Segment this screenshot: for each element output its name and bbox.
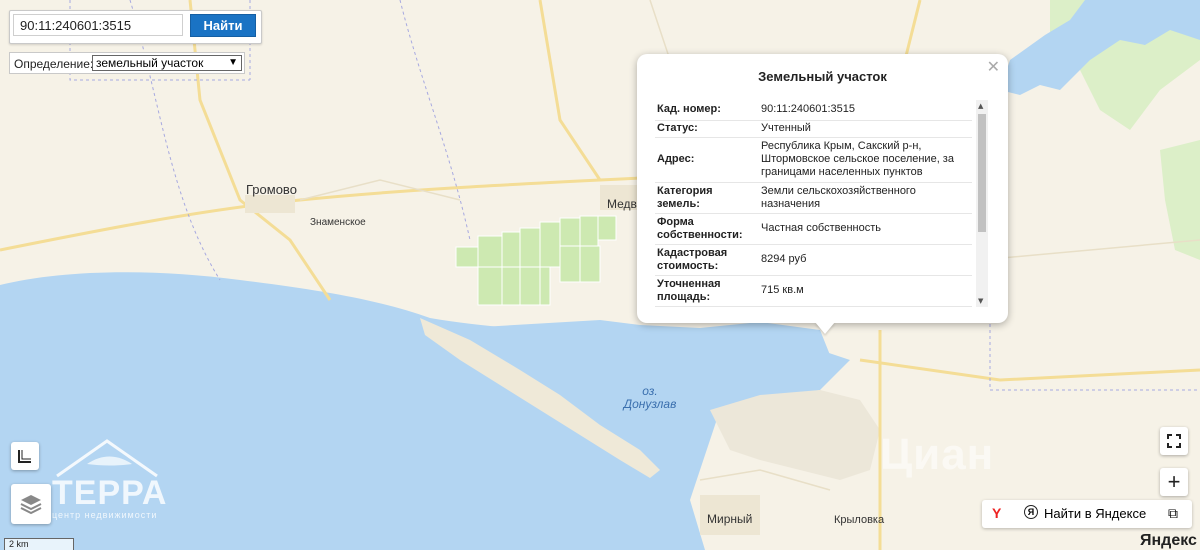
yandex-logo: Яндекс (1140, 532, 1197, 549)
fullscreen-icon (1167, 434, 1181, 448)
search-panel: Найти (9, 10, 262, 44)
row-value: Земли сельскохозяйственного назначения (759, 182, 972, 214)
row-key: Кад. номер: (655, 100, 759, 121)
ruler-button[interactable] (11, 442, 39, 470)
popup-scrollbar[interactable]: ▲ ▼ (976, 100, 988, 307)
town-label-krylovka: Крыловка (834, 514, 885, 526)
row-key: Уточненная площадь: (655, 275, 759, 307)
yandex-toolbar: Y Я Найти в Яндексе ⧉ (982, 500, 1192, 528)
table-row: Категория земель: Земли сельскохозяйстве… (655, 182, 972, 214)
lake-label: оз. Донузлав (620, 385, 680, 411)
town-label-gromovo: Громово (246, 182, 297, 197)
layers-button[interactable] (11, 484, 51, 524)
town-label-medv: Медв (607, 197, 637, 211)
scale-label: 2 km (9, 539, 29, 549)
row-key: Кадастровая стоимость: (655, 244, 759, 276)
fullscreen-button[interactable] (1160, 427, 1188, 455)
row-key: Категория земель: (655, 182, 759, 214)
find-in-yandex-link[interactable]: Найти в Яндексе (1044, 506, 1146, 521)
cadastral-search-input[interactable] (13, 14, 183, 36)
scale-bar: 2 km (4, 538, 74, 550)
table-row: Адрес: Республика Крым, Сакский р-н, Што… (655, 137, 972, 183)
town-label-znamenskoe: Знаменское (310, 217, 366, 228)
row-key: Статус: (655, 120, 759, 138)
settlement-area (245, 195, 295, 213)
row-key: Адрес: (655, 137, 759, 183)
lake-label-line2: Донузлав (623, 397, 677, 411)
yandex-y-icon[interactable]: Y (992, 505, 1001, 521)
popup-title: Земельный участок (758, 69, 887, 84)
row-value: 715 кв.м (759, 275, 972, 307)
row-key: Форма собственности: (655, 213, 759, 245)
definition-select[interactable]: земельный участок ▼ (92, 55, 242, 71)
definition-panel: Определение: земельный участок ▼ (9, 52, 245, 74)
row-value: Республика Крым, Сакский р-н, Штормовско… (759, 137, 972, 183)
definition-selected-value: земельный участок (96, 56, 204, 70)
copy-icon[interactable]: ⧉ (1168, 505, 1178, 522)
row-value: Учтенный (759, 120, 972, 138)
terra-subtitle: центр недвижимости (52, 510, 158, 520)
row-value: Частная собственность (759, 213, 972, 245)
parcel-info-popup: ✕ Земельный участок Кад. номер: 90:11:24… (637, 54, 1008, 323)
town-label-mirny: Мирный (707, 512, 753, 526)
chevron-down-icon: ▼ (228, 57, 238, 68)
row-value: 8294 руб (759, 244, 972, 276)
ruler-icon (18, 450, 31, 463)
layers-icon (20, 495, 42, 515)
table-row: Статус: Учтенный (655, 120, 972, 138)
terra-name: ТЕРРА (52, 474, 168, 512)
scroll-up-icon[interactable]: ▲ (978, 102, 983, 110)
table-row: Кад. номер: 90:11:240601:3515 (655, 100, 972, 121)
zoom-in-button[interactable]: + (1160, 468, 1188, 496)
definition-label: Определение: (14, 57, 94, 71)
table-row: Уточненная площадь: 715 кв.м (655, 275, 972, 307)
parcel-info-table: Кад. номер: 90:11:240601:3515 Статус: Уч… (655, 100, 972, 307)
table-row: Кадастровая стоимость: 8294 руб (655, 244, 972, 276)
yandex-search-icon: Я (1024, 505, 1038, 519)
table-row: Форма собственности: Частная собственнос… (655, 213, 972, 245)
cian-watermark: Циан (880, 430, 995, 479)
scroll-down-icon[interactable]: ▼ (978, 297, 983, 305)
row-value: 90:11:240601:3515 (759, 100, 972, 121)
popup-pointer (815, 322, 835, 334)
terra-watermark: ТЕРРА центр недвижимости (32, 436, 192, 526)
plus-icon: + (1167, 469, 1181, 494)
find-button[interactable]: Найти (190, 14, 256, 37)
scroll-thumb[interactable] (978, 114, 986, 232)
